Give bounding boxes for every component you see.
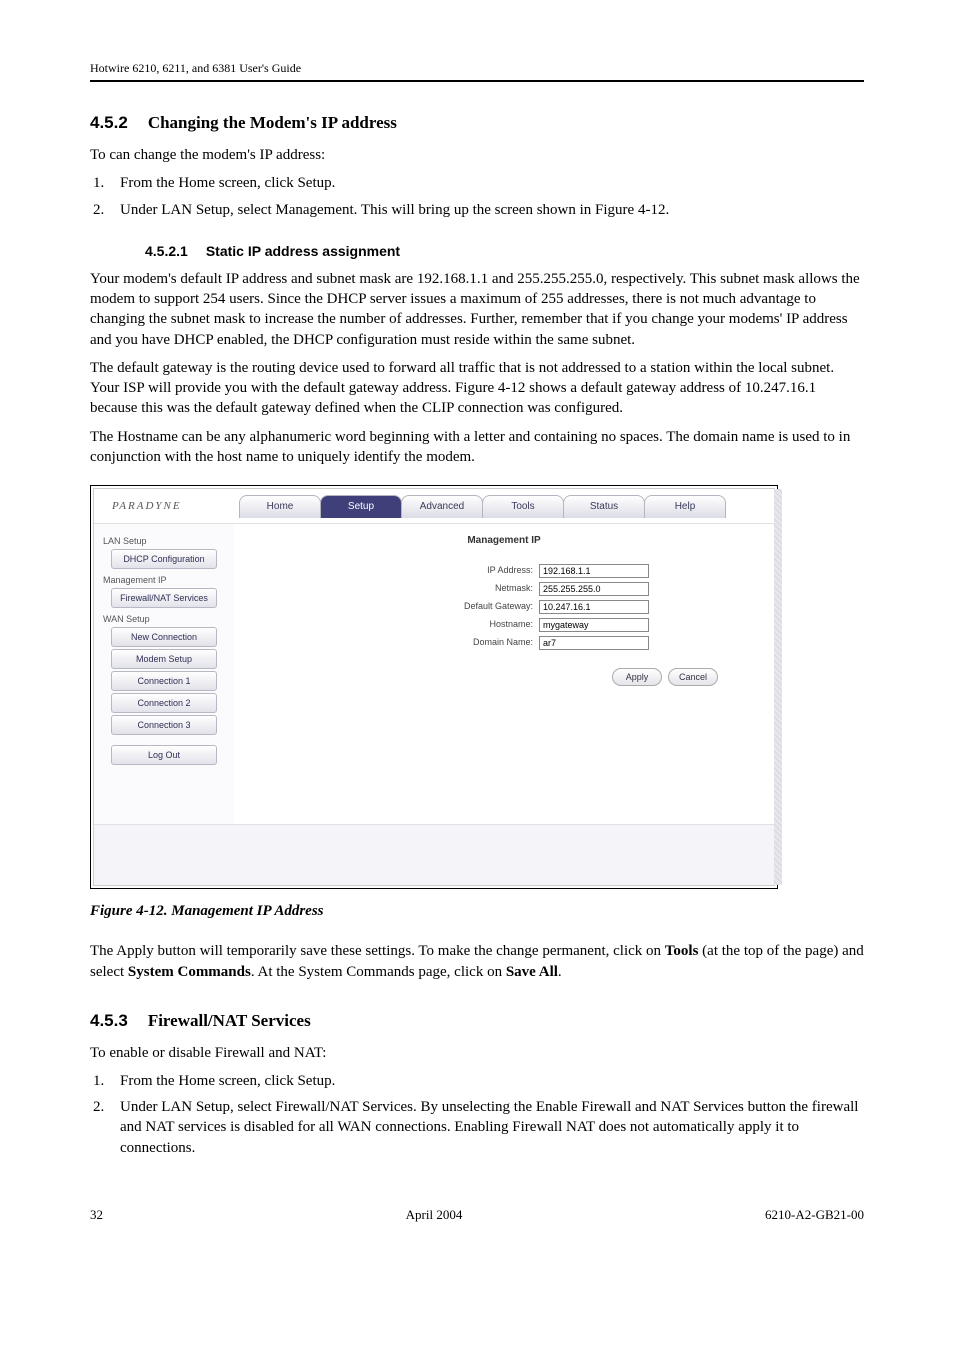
default-gateway-label: Default Gateway: <box>464 600 533 612</box>
sidebar-label-lan-setup: LAN Setup <box>99 532 229 547</box>
sidebar-item-connection-1[interactable]: Connection 1 <box>111 671 217 691</box>
page-date: April 2004 <box>406 1206 463 1224</box>
tab-bar: Home Setup Advanced Tools Status Help <box>240 495 726 518</box>
netmask-input[interactable] <box>539 582 649 596</box>
page-number: 32 <box>90 1206 103 1224</box>
document-number: 6210-A2-GB21-00 <box>765 1206 864 1224</box>
ip-address-input[interactable] <box>539 564 649 578</box>
domain-name-label: Domain Name: <box>473 636 533 648</box>
page-header: Hotwire 6210, 6211, and 6381 User's Guid… <box>90 60 864 82</box>
apply-note-text-1: The Apply button will temporarily save t… <box>90 943 665 959</box>
tab-tools[interactable]: Tools <box>482 495 564 518</box>
tab-status[interactable]: Status <box>563 495 645 518</box>
section-4-5-2-intro: To can change the modem's IP address: <box>90 145 864 165</box>
sidebar-item-dhcp-configuration[interactable]: DHCP Configuration <box>111 549 217 569</box>
section-4-5-2-heading: 4.5.2 Changing the Modem's IP address <box>90 112 864 135</box>
section-4-5-2-step-2: Under LAN Setup, select Management. This… <box>108 200 864 220</box>
sidebar-label-wan-setup: WAN Setup <box>99 610 229 625</box>
section-4-5-2-step-1: From the Home screen, click Setup. <box>108 173 864 193</box>
section-4-5-3-number: 4.5.3 <box>90 1011 128 1030</box>
figure-4-12-caption: Figure 4-12. Management IP Address <box>90 901 864 921</box>
screenshot-footer-area <box>94 824 774 885</box>
apply-note-bold-tools: Tools <box>665 943 699 959</box>
section-4-5-3-title: Firewall/NAT Services <box>148 1011 311 1030</box>
section-4-5-3-step-2: Under LAN Setup, select Firewall/NAT Ser… <box>108 1097 864 1158</box>
section-4-5-2-1-p3: The Hostname can be any alphanumeric wor… <box>90 427 864 468</box>
section-4-5-2-title: Changing the Modem's IP address <box>148 113 397 132</box>
sidebar-item-connection-2[interactable]: Connection 2 <box>111 693 217 713</box>
apply-button[interactable]: Apply <box>612 668 662 686</box>
sidebar: LAN Setup DHCP Configuration Management … <box>94 524 234 824</box>
section-4-5-2-1-p1: Your modem's default IP address and subn… <box>90 269 864 350</box>
netmask-label: Netmask: <box>495 582 533 594</box>
section-4-5-2-1-p2: The default gateway is the routing devic… <box>90 358 864 419</box>
section-4-5-3-heading: 4.5.3 Firewall/NAT Services <box>90 1010 864 1033</box>
figure-4-12-screenshot: PARADYNE Home Setup Advanced Tools Statu… <box>90 485 778 889</box>
tab-advanced[interactable]: Advanced <box>401 495 483 518</box>
default-gateway-input[interactable] <box>539 600 649 614</box>
tab-home[interactable]: Home <box>239 495 321 518</box>
cancel-button[interactable]: Cancel <box>668 668 718 686</box>
ip-address-label: IP Address: <box>487 564 533 576</box>
apply-note-text-3: . At the System Commands page, click on <box>251 964 506 980</box>
section-4-5-3-steps: From the Home screen, click Setup. Under… <box>90 1071 864 1158</box>
sidebar-item-log-out[interactable]: Log Out <box>111 745 217 765</box>
section-4-5-2-number: 4.5.2 <box>90 113 128 132</box>
sidebar-item-modem-setup[interactable]: Modem Setup <box>111 649 217 669</box>
section-4-5-2-steps: From the Home screen, click Setup. Under… <box>90 173 864 220</box>
apply-note-paragraph: The Apply button will temporarily save t… <box>90 941 864 982</box>
section-4-5-2-1-heading: 4.5.2.1 Static IP address assignment <box>145 242 864 261</box>
brand-logo: PARADYNE <box>94 499 240 514</box>
pane-title: Management IP <box>250 534 758 548</box>
hostname-label: Hostname: <box>489 618 533 630</box>
domain-name-input[interactable] <box>539 636 649 650</box>
section-4-5-3-step-1: From the Home screen, click Setup. <box>108 1071 864 1091</box>
section-4-5-2-1-title: Static IP address assignment <box>206 243 400 259</box>
sidebar-label-management-ip: Management IP <box>99 571 229 586</box>
sidebar-item-new-connection[interactable]: New Connection <box>111 627 217 647</box>
tab-help[interactable]: Help <box>644 495 726 518</box>
sidebar-item-firewall-nat-services[interactable]: Firewall/NAT Services <box>111 588 217 608</box>
apply-note-bold-save-all: Save All <box>506 964 558 980</box>
page-footer: 32 April 2004 6210-A2-GB21-00 <box>90 1206 864 1224</box>
hostname-input[interactable] <box>539 618 649 632</box>
apply-note-bold-system-commands: System Commands <box>128 964 251 980</box>
section-4-5-3-intro: To enable or disable Firewall and NAT: <box>90 1043 864 1063</box>
main-pane: Management IP IP Address: Netmask: Defau… <box>234 524 774 824</box>
sidebar-item-connection-3[interactable]: Connection 3 <box>111 715 217 735</box>
apply-note-text-4: . <box>558 964 562 980</box>
tab-setup[interactable]: Setup <box>320 495 402 518</box>
section-4-5-2-1-number: 4.5.2.1 <box>145 243 188 259</box>
scrollbar-track[interactable] <box>774 489 782 885</box>
